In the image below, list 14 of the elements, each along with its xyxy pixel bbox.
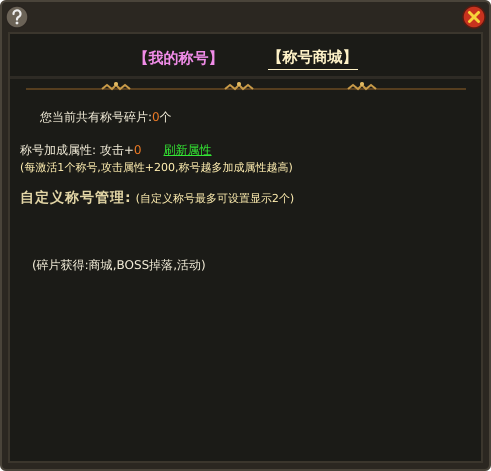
tab[interactable]: 【称号商城】: [268, 48, 358, 70]
refresh-link[interactable]: 刷新属性: [164, 142, 212, 159]
close-icon[interactable]: [462, 5, 486, 29]
fragment-unit: 个: [160, 109, 172, 126]
custom-title: 自定义称号管理:: [20, 189, 132, 207]
fragment-count: 0: [152, 110, 160, 124]
custom-note: (自定义称号最多可设置显示2个): [136, 191, 294, 206]
fragment-label: 您当前共有称号碎片:: [40, 109, 152, 126]
source-note: (碎片获得:商城,BOSS掉落,活动): [32, 257, 207, 274]
help-icon[interactable]: [5, 5, 29, 29]
bonus-note: (每激活1个称号,攻击属性+200,称号越多加成属性越高): [20, 160, 294, 175]
bonus-label: 称号加成属性: 攻击+: [20, 142, 134, 159]
tab[interactable]: 【我的称号】: [134, 48, 224, 70]
bonus-value: 0: [134, 143, 142, 157]
